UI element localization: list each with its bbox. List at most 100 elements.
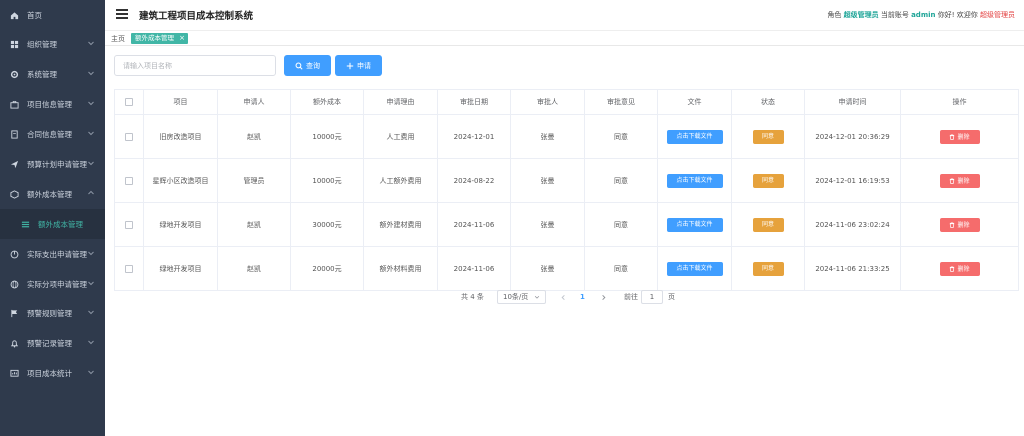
column-header: 审批人 xyxy=(510,89,585,115)
sidebar-item-actual-item[interactable]: 实际分项申请管理 xyxy=(0,269,105,299)
select-all-checkbox[interactable] xyxy=(125,98,133,106)
cell-project: 绿地开发项目 xyxy=(143,202,218,247)
query-label: 查询 xyxy=(306,61,320,70)
delete-label: 删除 xyxy=(957,134,970,141)
extra-cost-table: 项目 申请人 额外成本 申请理由 审批日期 审批人 审批意见 文件 状态 申请时… xyxy=(114,89,1019,291)
current-user[interactable]: 超级管理员 xyxy=(980,11,1015,19)
cell-reason: 人工费用 xyxy=(363,114,438,159)
row-checkbox[interactable] xyxy=(125,220,133,229)
next-page-button[interactable] xyxy=(600,290,607,304)
cell-cost: 10000元 xyxy=(290,114,364,159)
cell-file: 点击下载文件 xyxy=(657,246,732,291)
sidebar-item-alert-rule[interactable]: 预警规则管理 xyxy=(0,298,105,328)
download-file-button[interactable]: 点击下载文件 xyxy=(666,261,723,276)
page-size-select[interactable]: 10条/页 xyxy=(497,290,546,304)
sidebar-item-budget[interactable]: 预算计划申请管理 xyxy=(0,149,105,179)
sidebar-item-extra-cost[interactable]: 额外成本管理 xyxy=(0,179,105,209)
row-checkbox[interactable] xyxy=(125,264,133,273)
tag-home[interactable]: 主页 xyxy=(111,34,125,44)
sidebar-item-home[interactable]: 首页 xyxy=(0,0,105,30)
cell-approver: 张曼 xyxy=(510,158,585,203)
sidebar-item-label: 预算计划申请管理 xyxy=(27,159,87,169)
close-icon[interactable]: × xyxy=(179,33,185,44)
sidebar-item-actual-expense[interactable]: 实际支出申请管理 xyxy=(0,239,105,269)
cell-reason: 额外材料费用 xyxy=(363,246,438,291)
delete-button[interactable]: 删除 xyxy=(939,261,980,276)
cell-project: 绿地开发项目 xyxy=(143,246,218,291)
role-prefix: 角色 xyxy=(827,11,842,19)
row-checkbox[interactable] xyxy=(125,176,133,185)
table-row: 旧房改造项目 赵凯 10000元 人工费用 2024-12-01 张曼 同意 点… xyxy=(114,114,1019,159)
column-header: 申请理由 xyxy=(363,89,438,115)
delete-button[interactable]: 删除 xyxy=(939,173,980,188)
cell-approve-date: 2024-08-22 xyxy=(437,158,511,203)
select-all-cell[interactable] xyxy=(114,89,144,115)
cell-reason: 人工额外费用 xyxy=(363,158,438,203)
chart-icon xyxy=(9,368,19,378)
sidebar-item-label: 项目信息管理 xyxy=(27,99,72,109)
list-icon xyxy=(20,219,30,229)
apply-button[interactable]: 申请 xyxy=(335,55,382,76)
row-select-cell[interactable] xyxy=(114,246,144,291)
sidebar-item-alert-record[interactable]: 预警记录管理 xyxy=(0,328,105,358)
cell-approve-date: 2024-11-06 xyxy=(437,246,511,291)
cell-applicant: 赵凯 xyxy=(217,114,291,159)
cell-project: 旧房改造项目 xyxy=(143,114,218,159)
cell-approver: 张曼 xyxy=(510,246,585,291)
download-file-button[interactable]: 点击下载文件 xyxy=(666,173,723,188)
chevron-down-icon xyxy=(87,338,95,346)
download-file-button[interactable]: 点击下载文件 xyxy=(666,217,723,232)
sidebar-item-project-info[interactable]: 项目信息管理 xyxy=(0,89,105,119)
cell-cost: 10000元 xyxy=(290,158,364,203)
sidebar-item-contract[interactable]: 合同信息管理 xyxy=(0,119,105,149)
cell-cost: 20000元 xyxy=(290,246,364,291)
column-header: 文件 xyxy=(657,89,732,115)
sidebar-item-label: 首页 xyxy=(27,10,42,20)
account-prefix: 当前账号 xyxy=(880,11,909,19)
status-badge[interactable]: 同意 xyxy=(752,261,784,276)
query-button[interactable]: 查询 xyxy=(284,55,331,76)
sidebar-item-org[interactable]: 组织管理 xyxy=(0,29,105,59)
download-file-button[interactable]: 点击下载文件 xyxy=(666,129,723,144)
sidebar-subitem-extra-cost[interactable]: 额外成本管理 xyxy=(0,209,105,239)
row-select-cell[interactable] xyxy=(114,114,144,159)
status-badge[interactable]: 同意 xyxy=(752,129,784,144)
sidebar-item-label: 组织管理 xyxy=(27,39,57,49)
cell-apply-time: 2024-12-01 16:19:53 xyxy=(804,158,901,203)
goto-page-input[interactable] xyxy=(641,290,663,304)
cell-file: 点击下载文件 xyxy=(657,158,732,203)
sidebar-item-label: 预警记录管理 xyxy=(27,338,72,348)
sidebar-item-cost-stats[interactable]: 项目成本统计 xyxy=(0,358,105,388)
trash-icon xyxy=(950,177,955,184)
menu-toggle-icon[interactable] xyxy=(116,9,128,19)
status-badge[interactable]: 同意 xyxy=(752,173,784,188)
row-select-cell[interactable] xyxy=(114,202,144,247)
status-badge[interactable]: 同意 xyxy=(752,217,784,232)
tag-extra-cost[interactable]: 额外成本管理 × xyxy=(131,33,188,44)
page-number-current[interactable]: 1 xyxy=(580,290,585,304)
delete-button[interactable]: 删除 xyxy=(939,129,980,144)
chevron-down-icon xyxy=(87,308,95,316)
chevron-down-icon xyxy=(87,129,95,137)
row-checkbox[interactable] xyxy=(125,132,133,141)
tag-label: 额外成本管理 xyxy=(135,34,174,42)
cell-opinion: 同意 xyxy=(584,202,658,247)
search-input[interactable] xyxy=(114,55,276,76)
column-header: 申请时间 xyxy=(804,89,901,115)
column-header: 项目 xyxy=(143,89,218,115)
prev-page-button[interactable] xyxy=(560,290,567,304)
trash-icon xyxy=(950,265,955,272)
sidebar-item-label: 额外成本管理 xyxy=(27,189,72,199)
chevron-up-icon xyxy=(87,189,95,197)
cell-approver: 张曼 xyxy=(510,202,585,247)
row-select-cell[interactable] xyxy=(114,158,144,203)
delete-button[interactable]: 删除 xyxy=(939,217,980,232)
table-row: 绿地开发项目 赵凯 20000元 额外材料费用 2024-11-06 张曼 同意… xyxy=(114,246,1019,291)
cell-opinion: 同意 xyxy=(584,158,658,203)
sidebar-item-system[interactable]: 系统管理 xyxy=(0,59,105,89)
cell-status: 同意 xyxy=(731,246,805,291)
cell-reason: 额外建材费用 xyxy=(363,202,438,247)
cell-action: 删除 xyxy=(900,158,1019,203)
chevron-down-icon xyxy=(87,159,95,167)
goto-label: 前往 xyxy=(624,293,638,301)
